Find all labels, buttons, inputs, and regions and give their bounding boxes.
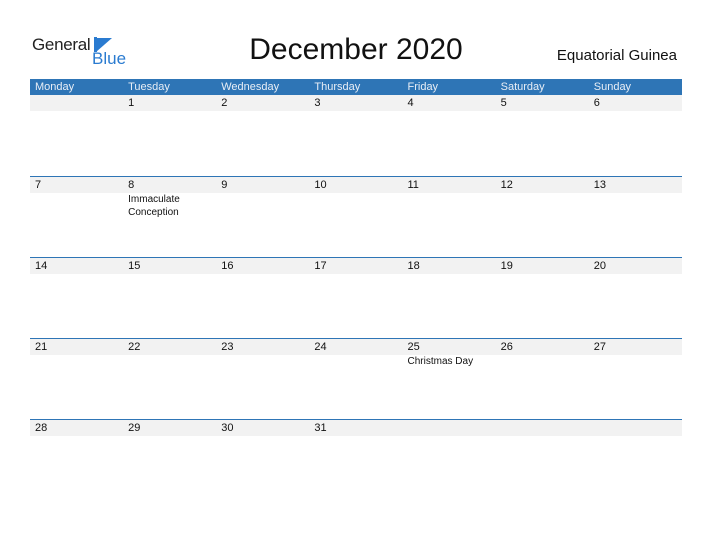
holiday-label (589, 193, 682, 219)
day-number: 31 (314, 422, 327, 434)
weeks-container: 1 2 3 4 5 6 7 8 9 10 11 12 13 Immaculate Conception 14… (30, 95, 682, 500)
holiday-label (216, 355, 309, 368)
day-number: 1 (128, 97, 135, 109)
weekday-sunday: Sunday (593, 81, 632, 93)
day-number: 20 (593, 260, 606, 272)
holiday-label (309, 193, 402, 219)
day-number: 9 (221, 179, 228, 191)
day-number (403, 420, 496, 436)
day-number: 18 (407, 260, 420, 272)
holiday-label (496, 193, 589, 219)
holiday-label (30, 355, 123, 368)
week-row: 1 2 3 4 5 6 (30, 95, 682, 176)
day-number: 25 (407, 341, 420, 353)
day-number: 12 (500, 179, 513, 191)
weekday-saturday: Saturday (500, 81, 545, 93)
day-number: 16 (221, 260, 234, 272)
holiday-label (309, 355, 402, 368)
day-number: 11 (407, 179, 419, 191)
day-number: 14 (35, 260, 48, 272)
holiday-label (216, 193, 309, 219)
day-number: 26 (500, 341, 513, 353)
day-number: 15 (128, 260, 141, 272)
day-number (30, 95, 123, 111)
weekday-wednesday: Wednesday (221, 81, 280, 93)
day-number (589, 420, 682, 436)
day-number: 8 (128, 179, 135, 191)
holiday-label: Christmas Day (407, 356, 474, 367)
week-row: 28 29 30 31 (30, 419, 682, 500)
date-bar: 28 29 30 31 (30, 419, 682, 436)
events-row: Christmas Day (30, 355, 682, 368)
date-bar: 1 2 3 4 5 6 (30, 95, 682, 111)
weekday-thursday: Thursday (314, 81, 361, 93)
holiday-label (496, 355, 589, 368)
weekday-monday: Monday (35, 81, 75, 93)
holiday-label (123, 355, 216, 368)
week-row: 14 15 16 17 18 19 20 (30, 257, 682, 338)
day-number: 10 (314, 179, 327, 191)
week-row: 7 8 9 10 11 12 13 Immaculate Conception (30, 176, 682, 257)
date-bar: 7 8 9 10 11 12 13 (30, 176, 682, 193)
weekday-friday: Friday (407, 81, 439, 93)
day-number: 2 (221, 97, 228, 109)
day-number: 4 (407, 97, 414, 109)
day-number: 30 (221, 422, 234, 434)
day-number: 17 (314, 260, 327, 272)
day-number (496, 420, 589, 436)
day-number: 29 (128, 422, 141, 434)
day-number: 3 (314, 97, 321, 109)
day-number: 24 (314, 341, 327, 353)
week-row: 21 22 23 24 25 26 27 Christmas Day (30, 338, 682, 419)
day-number: 22 (128, 341, 141, 353)
day-number: 21 (35, 341, 48, 353)
holiday-label (403, 193, 496, 219)
weekday-header: Monday Tuesday Wednesday Thursday Friday… (30, 79, 682, 95)
holiday-label (30, 193, 123, 219)
day-number: 27 (593, 341, 606, 353)
day-number: 19 (500, 260, 513, 272)
holiday-label (589, 355, 682, 368)
day-number: 13 (593, 179, 606, 191)
day-number: 7 (35, 179, 42, 191)
month-year: December 2020 (249, 33, 463, 66)
holiday-label: Immaculate Conception (128, 194, 180, 218)
calendar-grid: Monday Tuesday Wednesday Thursday Friday… (30, 79, 682, 500)
date-bar: 21 22 23 24 25 26 27 (30, 338, 682, 355)
weekday-tuesday: Tuesday (128, 81, 170, 93)
country-name: Equatorial Guinea (556, 47, 677, 64)
day-number: 28 (35, 422, 48, 434)
day-number: 6 (593, 97, 600, 109)
day-number: 5 (500, 97, 507, 109)
events-row: Immaculate Conception (30, 193, 682, 219)
date-bar: 14 15 16 17 18 19 20 (30, 257, 682, 274)
day-number: 23 (221, 341, 234, 353)
